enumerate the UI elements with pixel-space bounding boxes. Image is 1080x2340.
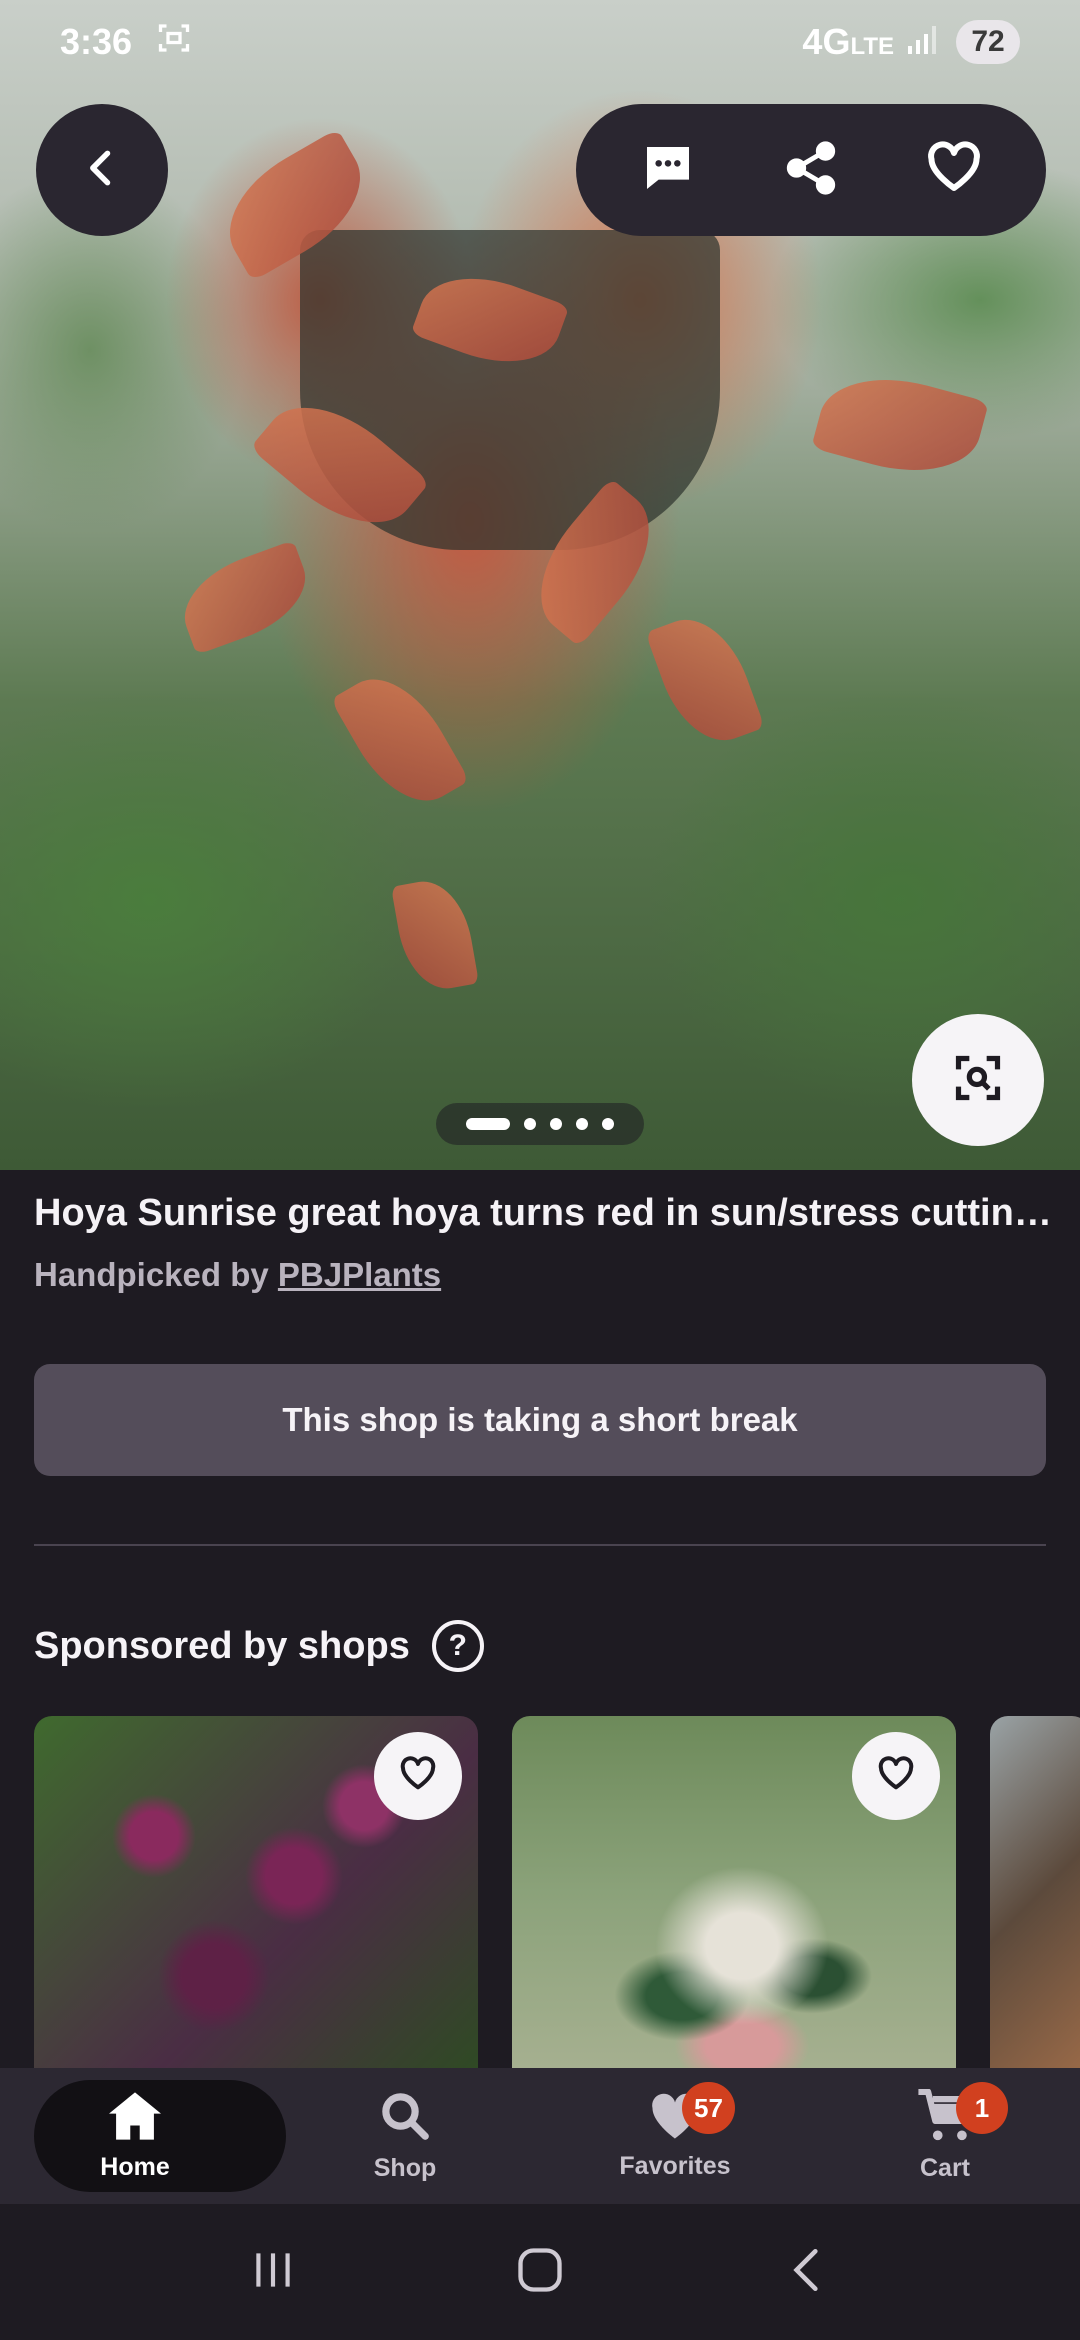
signal-icon bbox=[908, 21, 942, 63]
leaf-graphic bbox=[330, 659, 470, 821]
share-icon bbox=[782, 139, 840, 202]
handpicked-line: Handpicked by PBJPlants bbox=[34, 1256, 441, 1294]
carousel-dot[interactable] bbox=[550, 1118, 562, 1130]
share-button[interactable] bbox=[761, 120, 861, 220]
help-icon[interactable]: ? bbox=[431, 1620, 484, 1672]
chevron-left-icon bbox=[80, 146, 124, 195]
network-type: 4GLTE bbox=[802, 21, 894, 62]
recent-apps-button[interactable] bbox=[248, 2245, 298, 2300]
shop-break-banner: This shop is taking a short break bbox=[34, 1364, 1046, 1476]
leaf-graphic bbox=[645, 605, 765, 755]
leaf-graphic bbox=[811, 360, 989, 490]
nav-home[interactable]: Home bbox=[0, 2068, 286, 2204]
carousel-dot[interactable] bbox=[602, 1118, 614, 1130]
product-actions bbox=[576, 104, 1046, 236]
shop-name-link[interactable]: PBJPlants bbox=[278, 1256, 441, 1293]
nav-label: Favorites bbox=[619, 2152, 731, 2180]
nav-label: Shop bbox=[373, 2154, 437, 2182]
carousel-indicator[interactable] bbox=[436, 1103, 644, 1145]
back-nav-button[interactable] bbox=[782, 2245, 832, 2300]
bottom-navigation: Home Shop Favorites 57 Cart 1 bbox=[0, 2068, 1080, 2204]
handpicked-label: Handpicked by bbox=[34, 1256, 278, 1293]
favorite-button[interactable] bbox=[852, 1732, 940, 1820]
carousel-dot[interactable] bbox=[466, 1118, 510, 1130]
screenshot-icon bbox=[156, 20, 192, 65]
sponsored-heading: Sponsored by shops bbox=[34, 1624, 410, 1667]
product-title: Hoya Sunrise great hoya turns red in sun… bbox=[34, 1192, 1054, 1234]
sponsored-listing-card[interactable] bbox=[512, 1716, 956, 2070]
sponsored-listing-card[interactable] bbox=[34, 1716, 478, 2070]
back-button[interactable] bbox=[36, 104, 168, 236]
carousel-dot[interactable] bbox=[576, 1118, 588, 1130]
home-button[interactable] bbox=[514, 2244, 566, 2301]
message-icon bbox=[640, 140, 696, 201]
home-icon bbox=[106, 2090, 164, 2149]
favorite-button[interactable] bbox=[374, 1732, 462, 1820]
heart-icon bbox=[876, 1754, 916, 1799]
leaf-graphic bbox=[171, 540, 319, 655]
nav-label: Home bbox=[100, 2153, 170, 2181]
heart-icon bbox=[924, 138, 984, 203]
carousel-dot[interactable] bbox=[524, 1118, 536, 1130]
cart-count-badge: 1 bbox=[956, 2082, 1008, 2134]
search-icon bbox=[378, 2089, 432, 2150]
status-time: 3:36 bbox=[60, 21, 133, 62]
favorites-count-badge: 57 bbox=[682, 2082, 735, 2134]
system-navigation-bar bbox=[0, 2204, 1080, 2340]
divider bbox=[34, 1544, 1046, 1546]
nav-favorites[interactable]: Favorites 57 bbox=[540, 2068, 810, 2204]
leaf-graphic bbox=[390, 874, 480, 996]
status-bar: 3:36 4GLTE 72 bbox=[0, 0, 1080, 84]
image-search-icon bbox=[952, 1052, 1004, 1109]
favorite-button[interactable] bbox=[904, 120, 1004, 220]
nav-cart[interactable]: Cart 1 bbox=[810, 2068, 1080, 2204]
sponsored-section-header: Sponsored by shops ? bbox=[34, 1620, 484, 1672]
nav-shop[interactable]: Shop bbox=[270, 2068, 540, 2204]
visual-search-button[interactable] bbox=[912, 1014, 1044, 1146]
heart-icon bbox=[398, 1754, 438, 1799]
product-screen: 3:36 4GLTE 72 Hoya Sunrise great hoya tu… bbox=[0, 0, 1080, 2340]
nav-label: Cart bbox=[919, 2154, 970, 2182]
sponsored-listing-card[interactable] bbox=[990, 1716, 1080, 2070]
message-button[interactable] bbox=[618, 120, 718, 220]
battery-indicator: 72 bbox=[956, 20, 1020, 64]
